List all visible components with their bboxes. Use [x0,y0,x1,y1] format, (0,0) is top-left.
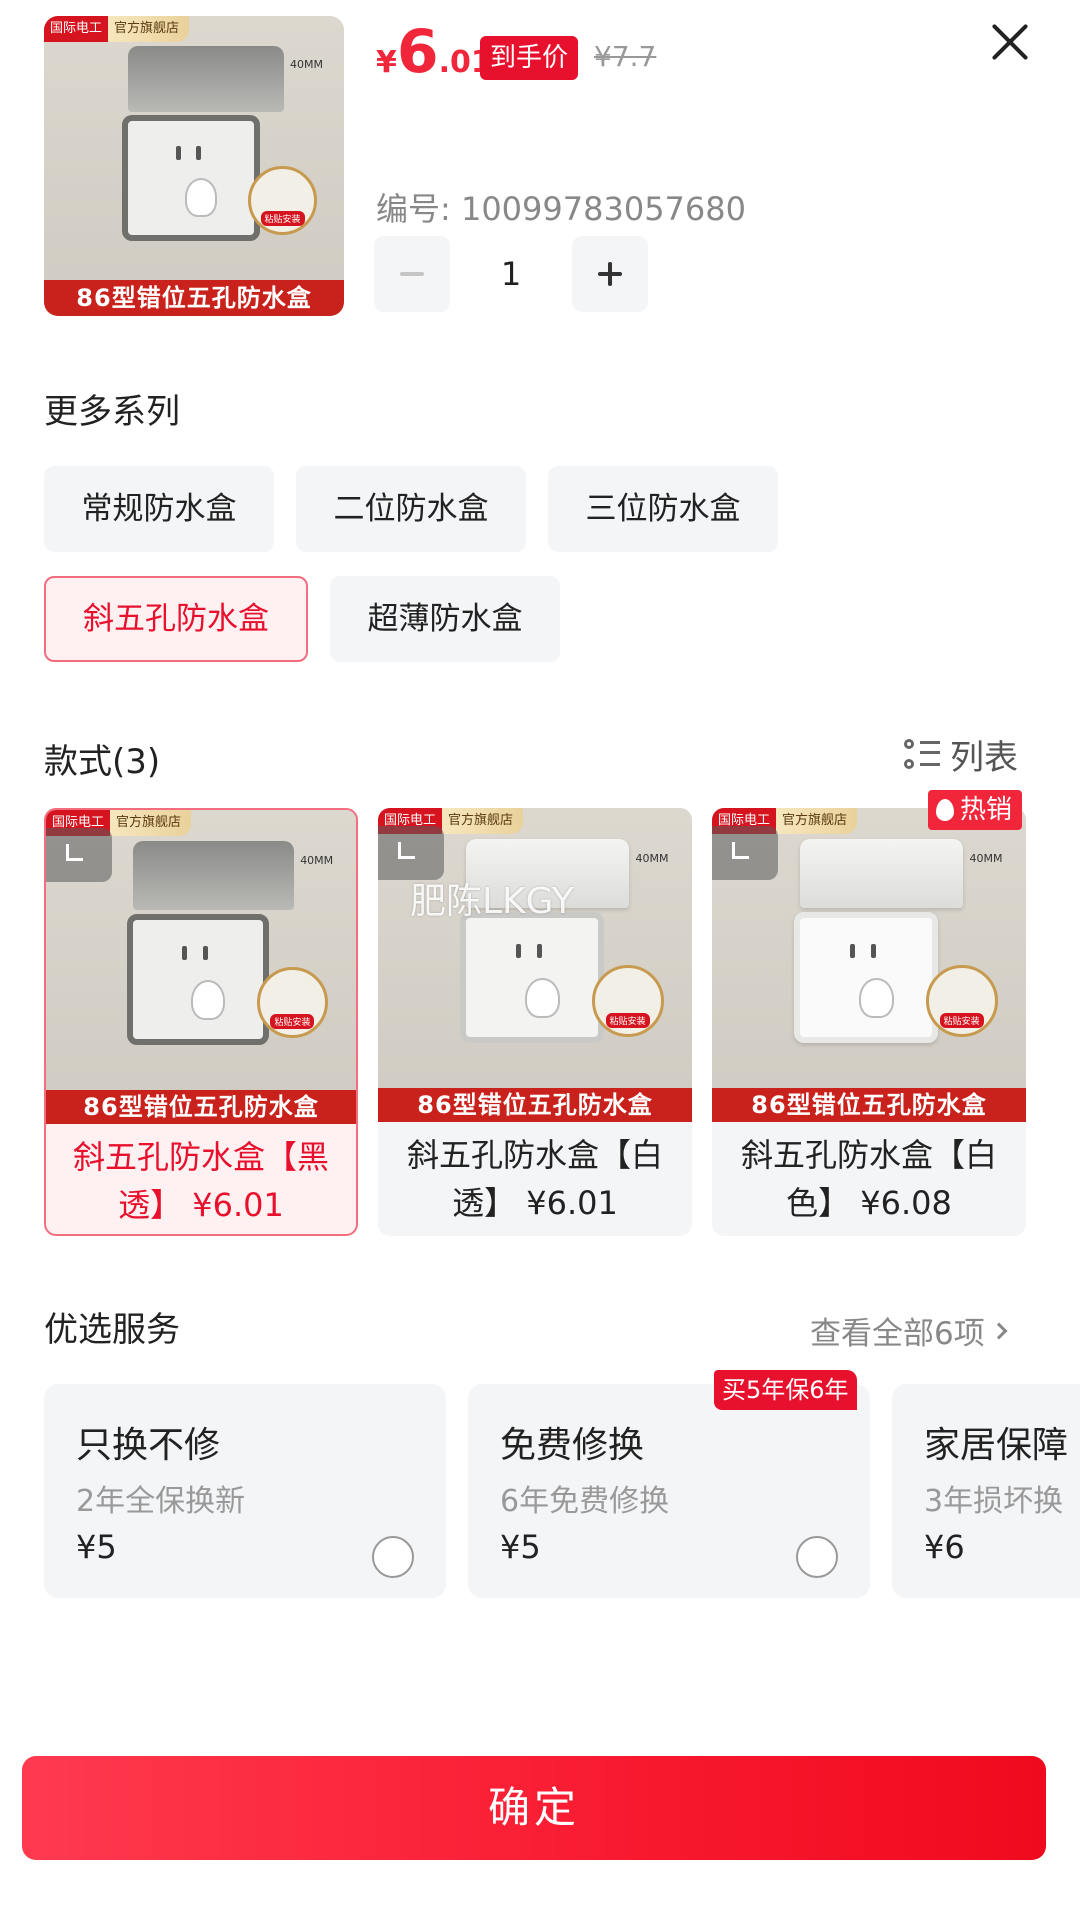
confirm-button[interactable]: 确定 [22,1756,1046,1860]
dimension-label: 40MM [635,851,669,865]
service-subtitle: 2年全保换新 [76,1484,246,1519]
product-banner: 86型错位五孔防水盒 [712,1088,1026,1122]
style-image: 国际电工 官方旗舰店 40MM 粘贴安装 86型错位五孔防水盒 [712,808,1026,1122]
see-all-label: 查看全部6项 [810,1316,985,1352]
sticker-install-badge: 粘贴安装 [248,166,317,235]
service-card[interactable]: 免费修换 6年免费修换 ¥5 [468,1384,870,1598]
style-card-selected[interactable]: 国际电工 官方旗舰店 40MM 粘贴安装 86型错位五孔防水盒 斜五孔防水盒【黑透… [44,808,358,1236]
badge-text: 粘贴安装 [270,1013,315,1029]
quantity-value[interactable]: 1 [450,236,572,312]
style-label: 斜五孔防水盒【白色】 ¥6.08 [740,1136,997,1222]
service-price: ¥5 [500,1528,541,1566]
style-image: 国际电工 官方旗舰店 40MM 粘贴安装 86型错位五孔防水盒 [46,810,356,1124]
hot-sale-label: 热销 [960,795,1013,825]
see-all-services-link[interactable]: 查看全部6项 [810,1308,1008,1353]
service-title: 免费修换 [500,1425,645,1466]
store-label: 官方旗舰店 [776,808,858,834]
list-view-label: 列表 [950,738,1018,778]
sku-number: 编号: 10099783057680 [376,190,746,228]
hot-sale-badge: 热销 [928,790,1023,830]
original-price: ¥7.7 [594,40,657,73]
product-banner: 86型错位五孔防水盒 [44,280,344,316]
brand-name: 国际电工 [44,16,109,42]
store-label: 官方旗舰店 [108,16,190,42]
styles-title: 款式(3) [44,742,161,782]
dimension-label: 40MM [290,58,323,71]
badge-text: 粘贴安装 [605,1012,650,1028]
watermark: 肥陈LKGY [410,881,574,922]
plug [184,178,218,217]
price: ¥ 6 .01 [376,22,492,82]
service-title: 只换不修 [76,1425,221,1466]
price-currency: ¥ [376,45,397,80]
product-thumbnail[interactable]: 国际电工 官方旗舰店 40MM 粘贴安装 86型错位五孔防水盒 [44,16,344,316]
style-label: 斜五孔防水盒【黑透】 ¥6.01 [72,1138,329,1224]
series-chip[interactable]: 常规防水盒 [44,466,274,552]
close-icon[interactable] [980,12,1040,72]
service-card[interactable]: 家居保障 3年损坏换 ¥6 [892,1384,1080,1598]
final-price-tag: 到手价 [480,36,579,80]
service-subtitle: 6年免费修换 [500,1484,670,1519]
style-card[interactable]: 国际电工 官方旗舰店 40MM 粘贴安装 86型错位五孔防水盒 斜五孔防水盒【白色… [712,808,1026,1236]
quantity-increase-button[interactable] [572,236,648,312]
series-chip[interactable]: 三位防水盒 [548,466,778,552]
style-image: 国际电工 官方旗舰店 40MM 粘贴安装 86型错位五孔防水盒 [378,808,692,1122]
box-frame [122,115,260,241]
service-subtitle: 3年损坏换 [924,1484,1064,1519]
service-price: ¥6 [924,1528,965,1566]
series-chip[interactable]: 超薄防水盒 [330,576,560,662]
style-label: 斜五孔防水盒【白透】 ¥6.01 [406,1136,663,1222]
expand-icon[interactable] [712,826,778,880]
price-integer: 6 [396,17,439,87]
brand-badge: 国际电工 官方旗舰店 [44,16,190,42]
store-label: 官方旗舰店 [442,808,524,834]
service-title: 家居保障 [924,1425,1069,1466]
series-chip[interactable]: 二位防水盒 [296,466,526,552]
store-label: 官方旗舰店 [110,810,192,836]
product-banner: 86型错位五孔防水盒 [378,1088,692,1122]
service-radio[interactable] [372,1536,414,1578]
quantity-decrease-button[interactable] [374,236,450,312]
service-price: ¥5 [76,1528,117,1566]
flame-icon [936,799,954,821]
services-title: 优选服务 [44,1310,180,1350]
service-card[interactable]: 只换不修 2年全保换新 ¥5 [44,1384,446,1598]
box-lid [128,46,284,112]
dimension-label: 40MM [300,853,334,867]
chevron-right-icon [990,1322,1008,1339]
dimension-label: 40MM [969,851,1003,865]
badge-text: 粘贴安装 [260,210,305,226]
expand-icon[interactable] [46,828,112,882]
service-promo-tag: 买5年保6年 [714,1370,857,1410]
product-banner: 86型错位五孔防水盒 [46,1090,356,1124]
badge-text: 粘贴安装 [939,1012,984,1028]
service-radio[interactable] [796,1536,838,1578]
list-view-toggle[interactable]: 列表 [904,730,1018,779]
series-title: 更多系列 [44,392,180,432]
series-chip-selected[interactable]: 斜五孔防水盒 [44,576,308,662]
list-icon [904,737,940,773]
